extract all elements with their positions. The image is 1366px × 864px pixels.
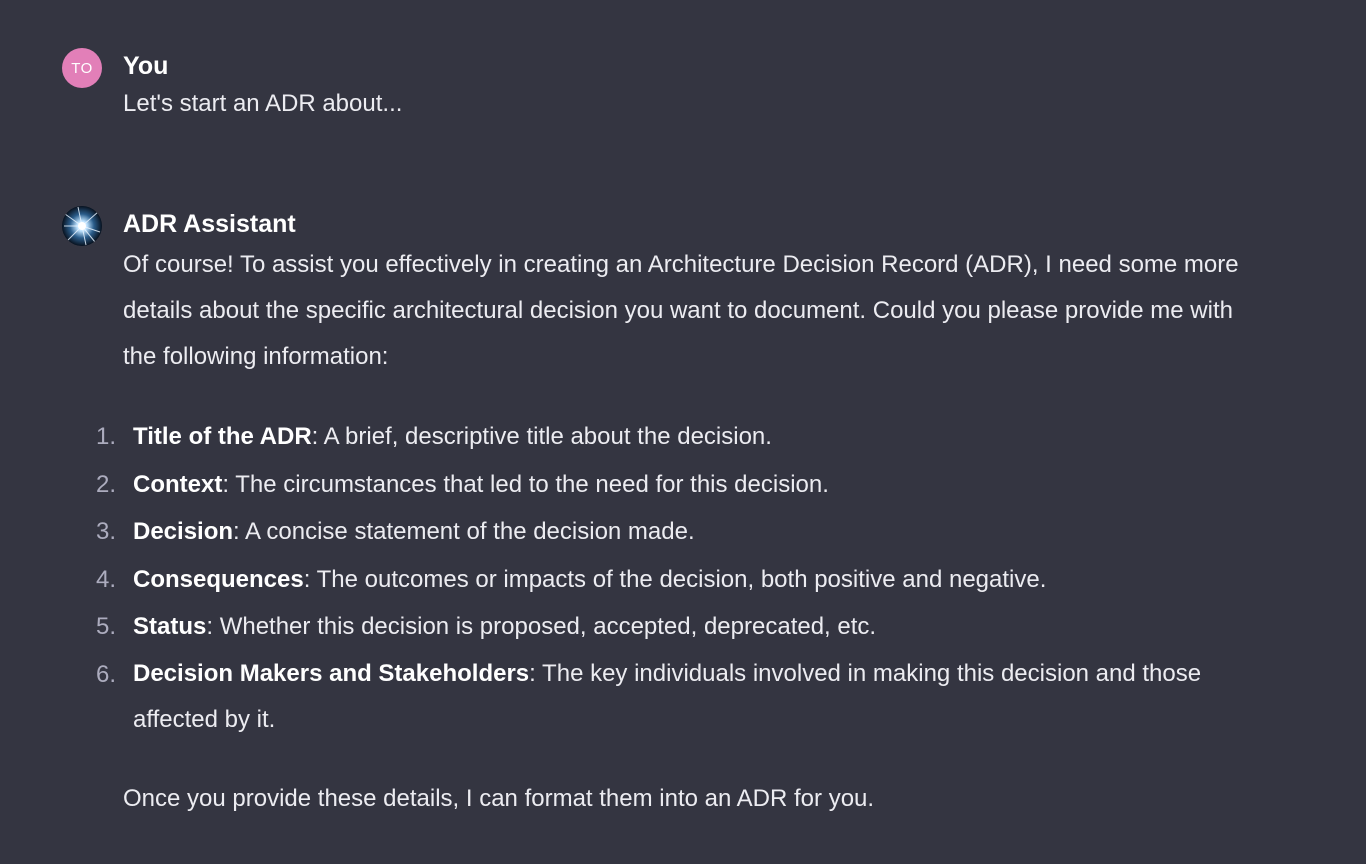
assistant-outro-text[interactable]: Once you provide these details, I can fo… xyxy=(123,776,1286,822)
list-item-description: : The circumstances that led to the need… xyxy=(222,470,829,498)
assistant-author-name: ADR Assistant xyxy=(123,210,296,238)
list-item-number: 5. xyxy=(96,613,117,640)
assistant-message-content: ADR Assistant Of course! To assist you e… xyxy=(96,206,1286,822)
list-item-number: 3. xyxy=(96,518,117,545)
list-item-term: Consequences xyxy=(133,565,304,593)
user-message-content: You Let's start an ADR about... xyxy=(123,48,1286,126)
list-item-number: 4. xyxy=(96,565,117,593)
assistant-avatar-icon xyxy=(62,206,102,246)
list-item-description: : A brief, descriptive title about the d… xyxy=(311,423,772,450)
assistant-intro-text[interactable]: Of course! To assist you effectively in … xyxy=(123,242,1263,380)
user-message-text[interactable]: Let's start an ADR about... xyxy=(123,82,1286,126)
list-item[interactable]: 4. Consequences: The outcomes or impacts… xyxy=(96,556,1286,604)
list-item-number: 2. xyxy=(96,470,117,498)
requested-info-list: 1. Title of the ADR: A brief, descriptiv… xyxy=(96,413,1286,743)
list-item-term: Decision xyxy=(133,518,234,545)
list-item-term: Status xyxy=(133,613,207,640)
list-item-term: Title of the ADR xyxy=(133,423,312,450)
list-item[interactable]: 6. Decision Makers and Stakeholders: The… xyxy=(96,651,1286,743)
list-item[interactable]: 3. Decision: A concise statement of the … xyxy=(96,508,1286,556)
user-message: TO You Let's start an ADR about... xyxy=(62,48,1286,126)
list-item[interactable]: 1. Title of the ADR: A brief, descriptiv… xyxy=(96,413,1286,461)
user-author-name: You xyxy=(123,52,169,80)
list-item-description: : Whether this decision is proposed, acc… xyxy=(206,613,877,640)
list-item-number: 1. xyxy=(96,423,117,450)
list-item-number: 6. xyxy=(96,660,117,688)
list-item[interactable]: 2. Context: The circumstances that led t… xyxy=(96,461,1286,509)
list-item-term: Context xyxy=(133,470,223,498)
list-item[interactable]: 5. Status: Whether this decision is prop… xyxy=(96,603,1286,651)
chat-transcript: TO You Let's start an ADR about... ADR A… xyxy=(0,0,1366,864)
assistant-message: ADR Assistant Of course! To assist you e… xyxy=(62,206,1286,822)
list-item-term: Decision Makers and Stakeholders xyxy=(133,659,530,687)
list-item-description: : The outcomes or impacts of the decisio… xyxy=(303,565,1047,593)
user-avatar: TO xyxy=(62,48,102,88)
list-item-description: : A concise statement of the decision ma… xyxy=(233,518,695,545)
